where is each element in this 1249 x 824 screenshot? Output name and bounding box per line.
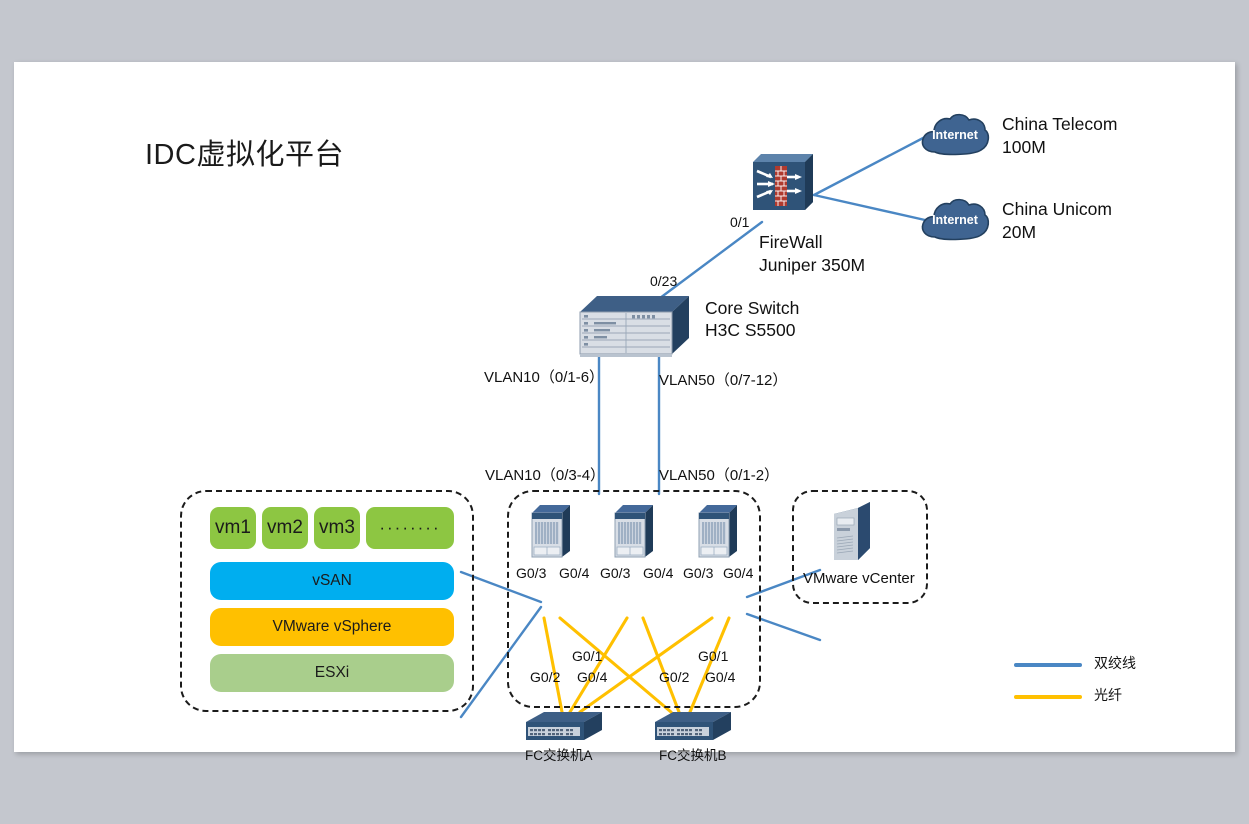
fc-switch-icon (655, 712, 731, 740)
vlan-label-core-right: VLAN50（0/7-12） (659, 372, 788, 389)
layer-esxi: ESXi (210, 654, 454, 692)
server-1 (528, 501, 574, 564)
server-3 (695, 501, 741, 564)
layer-label: vSAN (312, 572, 352, 589)
server-1-port-a: G0/3 (516, 565, 547, 581)
fc-b-port-g02: G0/2 (659, 669, 690, 685)
legend-label-twisted-pair: 双绞线 (1094, 655, 1136, 671)
cloud-label: Internet (932, 127, 978, 142)
server-tower-icon (834, 502, 870, 560)
core-switch-device (572, 290, 697, 365)
fc-b-port-g04: G0/4 (705, 669, 736, 685)
switch-chassis-icon (579, 296, 689, 357)
server-rack-icon (698, 505, 737, 558)
vcenter-label: VMware vCenter (803, 570, 915, 587)
firewall-icon (753, 154, 813, 210)
fc-a-port-g01: G0/1 (572, 648, 603, 664)
firewall-port-label: 0/1 (730, 214, 750, 230)
fc-switch-b-name: FC交换机B (659, 748, 727, 763)
layer-vsan: vSAN (210, 562, 454, 600)
fc-switch-icon (526, 712, 602, 740)
firewall-name: FireWall (759, 232, 823, 252)
legend-swatch-twisted-pair (1014, 663, 1082, 667)
server-2 (611, 501, 657, 564)
firewall-model: Juniper 350M (759, 255, 866, 275)
fc-switch-b (651, 710, 735, 749)
vm-ellipsis-label: ········ (379, 518, 441, 537)
internet-cloud-unicom: Internet (919, 197, 991, 248)
vm-box-2: vm2 (262, 507, 308, 549)
vm-label: vm1 (215, 517, 251, 538)
server-rack-icon (531, 505, 570, 558)
diagram-canvas: IDC虚拟化平台 Internet China Telecom 100M Int… (14, 62, 1235, 763)
brick-wall (775, 166, 787, 206)
server-3-port-b: G0/4 (723, 565, 754, 581)
fc-switch-a-name: FC交换机A (525, 748, 593, 763)
diagram-page: IDC虚拟化平台 Internet China Telecom 100M Int… (14, 62, 1235, 763)
core-switch-name: Core Switch (705, 298, 800, 318)
fc-switch-a (522, 710, 606, 749)
vm-label: vm2 (267, 517, 303, 538)
core-switch-uplink-port: 0/23 (650, 273, 678, 289)
isp-telecom-speed: 100M (1002, 137, 1046, 157)
vlan-label-host-left: VLAN10（0/3-4） (485, 467, 606, 484)
isp-unicom-speed: 20M (1002, 222, 1037, 242)
page-title: IDC虚拟化平台 (145, 139, 344, 171)
vm-box-more: ········ (366, 507, 454, 549)
vm-label: vm3 (319, 517, 355, 538)
vcenter-server (828, 500, 876, 571)
core-switch-model: H3C S5500 (705, 320, 796, 340)
isp-unicom-name: China Unicom (1002, 199, 1112, 219)
fc-b-port-g01: G0/1 (698, 648, 729, 664)
server-rack-icon (614, 505, 653, 558)
link-firewall-telecom (812, 135, 927, 197)
fc-a-port-g04: G0/4 (577, 669, 608, 685)
server-3-port-a: G0/3 (683, 565, 714, 581)
vlan-label-host-right: VLAN50（0/1-2） (659, 467, 780, 484)
layer-label: ESXi (314, 664, 350, 681)
fc-a-port-g02: G0/2 (530, 669, 561, 685)
link-firewall-unicom (812, 193, 927, 222)
vm-box-1: vm1 (210, 507, 256, 549)
layer-vsphere: VMware vSphere (210, 608, 454, 646)
vm-box-3: vm3 (314, 507, 360, 549)
legend-label-fiber: 光纤 (1094, 687, 1122, 703)
server-2-port-b: G0/4 (643, 565, 674, 581)
internet-cloud-telecom: Internet (919, 112, 991, 163)
server-2-port-a: G0/3 (600, 565, 631, 581)
isp-telecom-name: China Telecom (1002, 114, 1118, 134)
firewall-device (747, 150, 819, 227)
vlan-label-core-left: VLAN10（0/1-6） (484, 369, 605, 386)
legend-swatch-fiber (1014, 695, 1082, 699)
server-1-port-b: G0/4 (559, 565, 590, 581)
cloud-label: Internet (932, 212, 978, 227)
layer-label: VMware vSphere (272, 618, 392, 635)
